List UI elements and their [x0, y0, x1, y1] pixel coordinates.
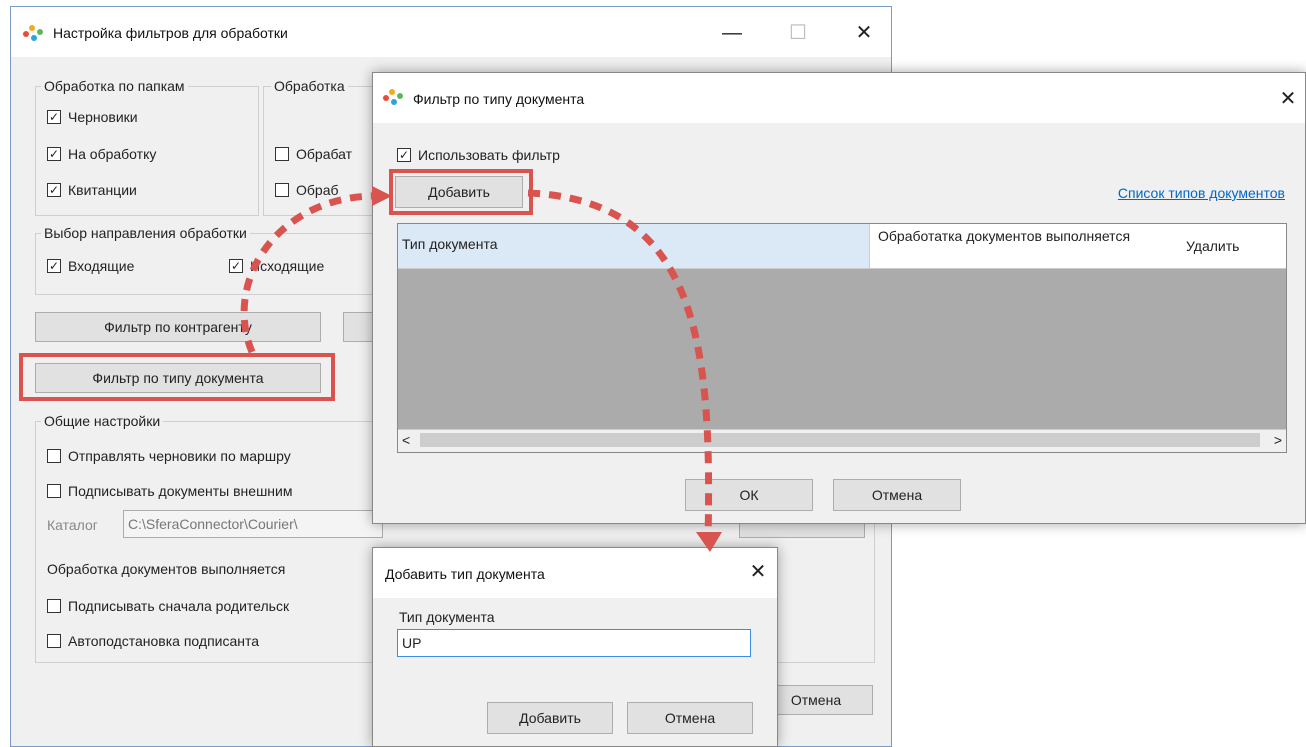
catalog-input[interactable]: C:\SferaConnector\Courier\ — [123, 510, 383, 538]
main-titlebar: Настройка фильтров для обработки — ☐ ✕ — [11, 7, 891, 57]
checkbox-label: Входящие — [68, 258, 135, 274]
scroll-left-icon[interactable]: < — [402, 432, 410, 448]
add-titlebar: Добавить тип документа ✕ — [373, 548, 777, 598]
main-title: Настройка фильтров для обработки — [53, 25, 288, 41]
doctype-filter-highlight — [19, 353, 335, 401]
checkbox-label: Обрабат — [296, 146, 353, 162]
checkbox-receipts[interactable]: ✓ Квитанции — [47, 182, 137, 198]
grid-col-delete[interactable]: Удалить — [1186, 238, 1239, 254]
processing-group-label: Обработка — [271, 78, 348, 94]
checkbox-icon[interactable] — [275, 183, 289, 197]
grid-header: Тип документа Обработатка документов вып… — [398, 224, 1286, 269]
checkbox-icon[interactable]: ✓ — [47, 110, 61, 124]
checkbox-label: Использовать фильтр — [418, 147, 560, 163]
checkbox-label: Автоподстановка подписанта — [68, 633, 260, 649]
checkbox-to-process[interactable]: ✓ На обработку — [47, 146, 156, 162]
direction-group-label: Выбор направления обработки — [41, 225, 250, 241]
checkbox-icon[interactable]: ✓ — [47, 147, 61, 161]
app-logo-icon — [383, 87, 405, 109]
doctype-field-label: Тип документа — [399, 609, 495, 625]
checkbox-icon[interactable] — [47, 599, 61, 613]
checkbox-external-sign[interactable]: Подписывать документы внешним — [47, 483, 292, 499]
filter-ok-button[interactable]: ОК — [685, 479, 813, 511]
checkbox-outgoing[interactable]: ✓ Исходящие — [229, 258, 324, 274]
add-doctype-dialog: Добавить тип документа ✕ Тип документа U… — [372, 547, 778, 747]
filter-titlebar: Фильтр по типу документа ✕ — [373, 73, 1305, 123]
catalog-label: Каталог — [47, 517, 98, 533]
add-close-icon[interactable]: ✕ — [745, 562, 771, 582]
grid-col-type[interactable]: Тип документа — [398, 224, 870, 268]
checkbox-label: Подписывать сначала родительск — [68, 598, 290, 614]
checkbox-label: Исходящие — [250, 258, 325, 274]
checkbox-icon[interactable]: ✓ — [397, 148, 411, 162]
add-cancel-button[interactable]: Отмена — [627, 702, 753, 734]
checkbox-icon[interactable] — [47, 634, 61, 648]
filter-title: Фильтр по типу документа — [413, 91, 585, 107]
checkbox-label: Квитанции — [68, 182, 137, 198]
add-button-highlight — [389, 169, 533, 215]
filter-cancel-button[interactable]: Отмена — [833, 479, 961, 511]
checkbox-icon[interactable] — [47, 449, 61, 463]
general-group-label: Общие настройки — [41, 413, 164, 429]
processing-label: Обработка документов выполняется — [47, 561, 286, 577]
doc-types-list-link[interactable]: Список типов документов — [1118, 185, 1285, 201]
checkbox-label: Обраб — [296, 182, 339, 198]
main-close-icon[interactable]: ✕ — [849, 23, 879, 43]
checkbox-label: Подписывать документы внешним — [68, 483, 293, 499]
minimize-icon[interactable]: — — [717, 23, 747, 43]
checkbox-label: На обработку — [68, 146, 157, 162]
checkbox-proc-2[interactable]: Обраб — [275, 182, 339, 198]
counterparty-filter-button[interactable]: Фильтр по контрагенту — [35, 312, 321, 342]
doc-type-grid[interactable]: Тип документа Обработатка документов вып… — [397, 223, 1287, 453]
checkbox-sign-parent[interactable]: Подписывать сначала родительск — [47, 598, 289, 614]
app-logo-icon — [23, 23, 45, 45]
grid-col-processing[interactable]: Обработатка документов выполняется — [878, 228, 1168, 244]
scroll-right-icon[interactable]: > — [1274, 432, 1282, 448]
checkbox-incoming[interactable]: ✓ Входящие — [47, 258, 134, 274]
checkbox-label: Черновики — [68, 109, 138, 125]
checkbox-proc-1[interactable]: Обрабат — [275, 146, 352, 162]
checkbox-auto-signer[interactable]: Автоподстановка подписанта — [47, 633, 259, 649]
add-title: Добавить тип документа — [385, 566, 545, 582]
checkbox-use-filter[interactable]: ✓ Использовать фильтр — [397, 147, 560, 163]
checkbox-label: Отправлять черновики по маршру — [68, 448, 291, 464]
filter-dialog: Фильтр по типу документа ✕ ✓ Использовать… — [372, 72, 1306, 524]
filter-close-icon[interactable]: ✕ — [1275, 89, 1301, 109]
checkbox-send-drafts[interactable]: Отправлять черновики по маршру — [47, 448, 291, 464]
scroll-thumb[interactable] — [420, 433, 1260, 447]
checkbox-icon[interactable]: ✓ — [47, 259, 61, 273]
checkbox-icon[interactable]: ✓ — [47, 183, 61, 197]
checkbox-drafts[interactable]: ✓ Черновики — [47, 109, 138, 125]
add-confirm-button[interactable]: Добавить — [487, 702, 613, 734]
checkbox-icon[interactable]: ✓ — [229, 259, 243, 273]
grid-hscrollbar[interactable]: < > — [398, 429, 1286, 452]
maximize-icon[interactable]: ☐ — [783, 23, 813, 43]
doctype-input[interactable]: UP — [397, 629, 751, 657]
checkbox-icon[interactable] — [47, 484, 61, 498]
checkbox-icon[interactable] — [275, 147, 289, 161]
folders-group-label: Обработка по папкам — [41, 78, 188, 94]
